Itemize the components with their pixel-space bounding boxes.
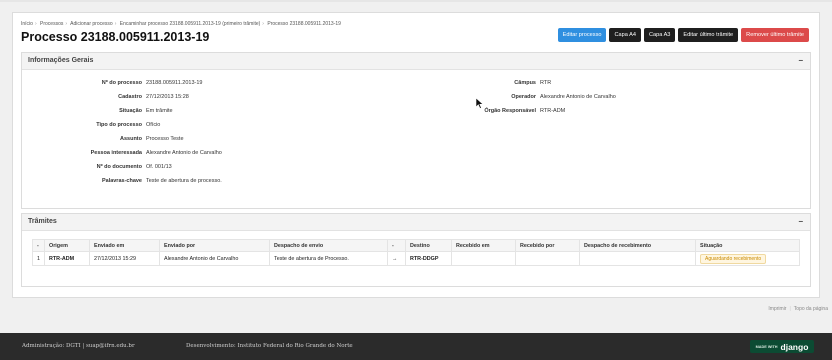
page-title: Processo 23188.005911.2013-19 xyxy=(21,30,210,44)
value-process-number: 23188.005911.2013-19 xyxy=(146,80,203,86)
col-arrow: - xyxy=(387,239,406,252)
top-border xyxy=(0,0,832,2)
label-documento: Nº do documento xyxy=(96,164,142,170)
label-process-number: Nº do processo xyxy=(101,80,142,86)
mouse-cursor-icon xyxy=(476,98,484,109)
value-orgao: RTR-ADM xyxy=(540,108,566,114)
cell-recebido-por xyxy=(515,251,580,266)
col-enviado-por: Enviado por xyxy=(159,239,270,252)
label-palavras-chave: Palavras-chave xyxy=(101,178,142,184)
cell-index: 1 xyxy=(32,251,45,266)
back-to-top-link[interactable]: Topo da página xyxy=(794,306,828,312)
value-campus: RTR xyxy=(540,80,552,86)
capa-a4-button[interactable]: Capa A4 xyxy=(609,28,641,42)
tramites-header: Trâmites − xyxy=(22,214,810,231)
value-documento: Of. 001/13 xyxy=(146,164,172,170)
breadcrumb: Início › Processos › Adicionar processo › E… xyxy=(21,21,341,27)
label-situacao: Situação xyxy=(119,108,142,114)
label-assunto: Assunto xyxy=(120,136,142,142)
footer-admin-text: Administração: DGTI | suap@ifrn.edu.br xyxy=(22,343,135,349)
col-destino: Destino xyxy=(405,239,452,252)
django-badge[interactable]: MADE WITH django xyxy=(750,340,814,353)
label-campus: Câmpus xyxy=(514,80,536,86)
breadcrumb-adicionar[interactable]: Adicionar processo xyxy=(70,21,113,27)
breadcrumb-encaminhar[interactable]: Encaminhar processo 23188.005911.2013-19… xyxy=(120,21,261,27)
edit-process-button[interactable]: Editar processo xyxy=(557,28,607,42)
table-header-row: - Origem Enviado em Enviado por Despacho… xyxy=(32,239,800,252)
action-bar: Editar processo Capa A4 Capa A3 Editar ú… xyxy=(557,28,809,42)
breadcrumb-home[interactable]: Início xyxy=(21,21,33,27)
breadcrumb-current: Processo 23188.005911.2013-19 xyxy=(267,21,341,27)
cell-enviado-em: 27/12/2013 15:29 xyxy=(89,251,160,266)
collapse-tramites-icon[interactable]: − xyxy=(798,217,803,226)
collapse-general-info-icon[interactable]: − xyxy=(798,56,803,65)
col-despacho-recebimento: Despacho de recebimento xyxy=(579,239,696,252)
general-info-header: Informações Gerais − xyxy=(22,53,810,70)
value-cadastro: 27/12/2013 15:28 xyxy=(146,94,189,100)
col-situacao: Situação xyxy=(695,239,800,252)
table-row: 1 RTR-ADM 27/12/2013 15:29 Alexandre Ant… xyxy=(32,251,800,266)
value-interessada: Alexandre Antonio de Carvalho xyxy=(146,150,222,156)
cell-despacho-envio: Teste de abertura de Processo. xyxy=(269,251,388,266)
print-link[interactable]: Imprimir xyxy=(768,306,786,312)
cell-enviado-por: Alexandre Antonio de Carvalho xyxy=(159,251,270,266)
col-enviado-em: Enviado em xyxy=(89,239,160,252)
col-origem: Origem xyxy=(44,239,90,252)
general-info-title: Informações Gerais xyxy=(28,57,94,64)
breadcrumb-processos[interactable]: Processos xyxy=(40,21,63,27)
django-badge-logo-text: django xyxy=(780,341,809,352)
cell-destino: RTR-DDGP xyxy=(405,251,452,266)
value-palavras-chave: Teste de abertura de processo. xyxy=(146,178,222,184)
tramites-panel: Trâmites − - Origem Enviado em Enviado p… xyxy=(21,213,811,287)
tramites-table: - Origem Enviado em Enviado por Despacho… xyxy=(32,239,800,266)
cell-origem: RTR-ADM xyxy=(44,251,90,266)
cell-despacho-recebimento xyxy=(579,251,696,266)
label-cadastro: Cadastro xyxy=(118,94,142,100)
tramites-title: Trâmites xyxy=(28,218,57,225)
remove-last-step-button[interactable]: Remover último trâmite xyxy=(741,28,809,42)
general-info-panel: Informações Gerais − Nº do processo 2318… xyxy=(21,52,811,209)
col-recebido-por: Recebido por xyxy=(515,239,580,252)
label-interessada: Pessoa interessada xyxy=(90,150,142,156)
col-recebido-em: Recebido em xyxy=(451,239,516,252)
cell-arrow: → xyxy=(387,251,406,266)
value-tipo: Ofício xyxy=(146,122,161,128)
cell-situacao: Aguardando recebimento xyxy=(695,251,800,266)
content-area: Início › Processos › Adicionar processo › E… xyxy=(12,12,820,298)
value-situacao: Em trâmite xyxy=(146,108,173,114)
col-index: - xyxy=(32,239,45,252)
col-despacho-envio: Despacho de envio xyxy=(269,239,388,252)
value-assunto: Processo Teste xyxy=(146,136,184,142)
label-tipo: Tipo do processo xyxy=(96,122,142,128)
footer-dev-text: Desenvolvimento: Instituto Federal do Ri… xyxy=(186,343,353,349)
capa-a3-button[interactable]: Capa A3 xyxy=(643,28,676,42)
edit-last-step-button[interactable]: Editar último trâmite xyxy=(678,28,739,42)
status-badge: Aguardando recebimento xyxy=(700,253,767,264)
site-footer: Administração: DGTI | suap@ifrn.edu.br D… xyxy=(0,333,832,360)
cell-recebido-em xyxy=(451,251,516,266)
django-badge-small-text: MADE WITH xyxy=(755,344,778,349)
value-operador: Alexandre Antonio de Carvalho xyxy=(540,94,616,100)
footer-links: Imprimir | Topo da página xyxy=(768,306,828,312)
